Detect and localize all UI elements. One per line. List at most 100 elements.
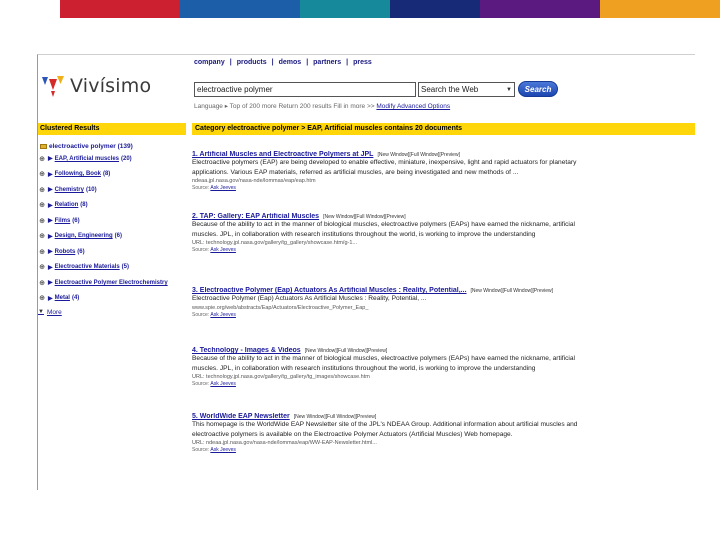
result-url: URL: ndeaa.jpl.nasa.gov/nasa-nde/lommas/… — [192, 440, 377, 447]
expand-icon[interactable]: ⊕ — [38, 155, 46, 163]
result-source: Source: Ask Jeeves — [192, 447, 692, 454]
cluster-item[interactable]: ⊕ ▶ Chemistry (10) — [38, 182, 190, 198]
search-input[interactable] — [194, 82, 416, 97]
result-source-link[interactable]: Ask Jeeves — [210, 247, 236, 253]
result-window-links: [New Window][Full Window][Preview] — [377, 152, 460, 158]
cluster-item-label[interactable]: Films — [55, 218, 71, 224]
stripe-segment-purple — [480, 0, 600, 18]
result-title-link[interactable]: 3. Electroactive Polymer (Eap) Actuators… — [192, 287, 467, 294]
expand-icon[interactable]: ⊕ — [38, 170, 46, 178]
cluster-item-label[interactable]: Chemistry — [55, 187, 84, 193]
result-window-link[interactable]: [Preview] — [532, 288, 553, 294]
vivisimo-logo[interactable]: Vivísimo — [40, 71, 151, 101]
expand-icon[interactable]: ⊕ — [38, 186, 46, 194]
cluster-root[interactable]: electroactive polymer (139) — [38, 141, 190, 151]
result-snippet: electroactive polymers is available on t… — [192, 430, 513, 438]
result-title-link[interactable]: 1. Artificial Muscles and Electroactive … — [192, 151, 373, 158]
cluster-item[interactable]: ⊕ ▶ Metal (4) — [38, 291, 190, 307]
top-color-stripe — [0, 0, 720, 18]
expand-icon[interactable]: ⊕ — [38, 232, 46, 240]
search-button[interactable]: Search — [518, 81, 558, 97]
triangle-right-icon: ▶ — [48, 233, 53, 240]
cluster-item-count: (6) — [72, 217, 80, 224]
nav-separator: | — [229, 59, 232, 66]
result-source-link[interactable]: Ask Jeeves — [210, 312, 236, 318]
result-source-label: Source: — [192, 185, 210, 192]
cluster-item[interactable]: ⊕ ▶ Electroactive Materials (5) — [38, 260, 190, 276]
triangle-right-icon: ▶ — [48, 280, 53, 287]
cluster-item-label[interactable]: Design, Engineering — [55, 233, 113, 239]
result-window-link[interactable]: [New Window] — [377, 152, 409, 158]
result-window-link[interactable]: [New Window] — [305, 348, 337, 354]
result-source: Source: Ask Jeeves — [192, 381, 692, 388]
result-window-link[interactable]: [Full Window] — [409, 152, 439, 158]
result-window-link[interactable]: [Preview] — [385, 214, 406, 220]
result-source-label: Source: — [192, 247, 210, 254]
result-window-link[interactable]: [Full Window] — [355, 214, 385, 220]
cluster-item-count: (20) — [121, 155, 132, 162]
logo-text: Vivísimo — [70, 75, 152, 97]
cluster-item[interactable]: ⊕ ▶ Films (6) — [38, 213, 190, 229]
result-window-link[interactable]: [Preview] — [356, 414, 377, 420]
cluster-item-label[interactable]: Following, Book — [55, 171, 101, 177]
cluster-item[interactable]: ⊕ ▶ Following, Book (8) — [38, 167, 190, 183]
cluster-more-label: More — [46, 308, 62, 316]
result-snippet: Electroactive polymers (EAP) are being d… — [192, 159, 577, 166]
expand-icon[interactable]: ⊕ — [38, 279, 46, 287]
result-title-link[interactable]: 2. TAP: Gallery: EAP Artificial Muscles — [192, 213, 319, 220]
result-source-link[interactable]: Ask Jeeves — [210, 185, 236, 191]
cluster-item-label[interactable]: Robots — [55, 249, 76, 255]
cluster-item[interactable]: ⊕ ▶ Electroactive Polymer Electrochemistry — [38, 275, 190, 291]
result-title-row: 4. Technology - Images & Videos [New Wind… — [192, 347, 692, 354]
nav-demos[interactable]: demos — [279, 59, 302, 66]
expand-icon[interactable]: ⊕ — [38, 263, 46, 271]
result-window-link[interactable]: [New Window] — [294, 414, 326, 420]
result-window-link[interactable]: [Full Window] — [337, 348, 367, 354]
stripe-segment-teal — [300, 0, 390, 18]
result-source-link[interactable]: Ask Jeeves — [210, 381, 236, 387]
cluster-item-label[interactable]: Electroactive Materials — [55, 264, 120, 270]
nav-press[interactable]: press — [353, 59, 372, 66]
cluster-item[interactable]: ⊕ ▶ Design, Engineering (6) — [38, 229, 190, 245]
result-window-link[interactable]: [Preview] — [439, 152, 460, 158]
result-snippet: Because of the ability to act in the man… — [192, 355, 575, 362]
cluster-item-label[interactable]: EAP, Artificial muscles — [55, 156, 119, 162]
stripe-segment-blue — [180, 0, 300, 18]
result-window-link[interactable]: [New Window] — [323, 214, 355, 220]
stripe-segment-navy — [390, 0, 480, 18]
result-title-link[interactable]: 4. Technology - Images & Videos — [192, 347, 301, 354]
result-window-links: [New Window][Full Window][Preview] — [305, 348, 388, 354]
result-source-label: Source: — [192, 447, 210, 454]
result-title-row: 3. Electroactive Polymer (Eap) Actuators… — [192, 287, 692, 294]
cluster-item[interactable]: ⊕ ▶ EAP, Artificial muscles (20) — [38, 151, 190, 167]
search-scope-select[interactable]: Search the Web ▼ — [418, 82, 515, 97]
result-title-link[interactable]: 5. WorldWide EAP Newsletter — [192, 413, 290, 420]
result-title-row: 1. Artificial Muscles and Electroactive … — [192, 151, 692, 158]
result-source: Source: Ask Jeeves — [192, 185, 692, 192]
expand-icon[interactable]: ⊕ — [38, 248, 46, 256]
nav-company[interactable]: company — [194, 59, 225, 66]
result-window-link[interactable]: [Full Window] — [326, 414, 356, 420]
cluster-item[interactable]: ⊕ ▶ Relation (8) — [38, 198, 190, 214]
expand-icon[interactable]: ⊕ — [38, 294, 46, 302]
cluster-more-link[interactable]: ▼ More — [38, 306, 190, 318]
result-snippet: applications. Various EAP materials, ref… — [192, 168, 519, 176]
search-result: 4. Technology - Images & Videos [New Wind… — [192, 347, 692, 388]
cluster-item-label[interactable]: Relation — [55, 202, 79, 208]
result-window-link[interactable]: [Full Window] — [502, 288, 532, 294]
cluster-item-label[interactable]: Metal — [55, 295, 70, 301]
expand-icon[interactable]: ⊕ — [38, 201, 46, 209]
search-result: 5. WorldWide EAP Newsletter [New Window][… — [192, 413, 692, 454]
cluster-item-count: (10) — [85, 186, 97, 193]
result-source-link[interactable]: Ask Jeeves — [210, 447, 236, 453]
nav-partners[interactable]: partners — [313, 59, 341, 66]
result-window-link[interactable]: [New Window] — [471, 288, 503, 294]
nav-products[interactable]: products — [237, 59, 267, 66]
cluster-item-label[interactable]: Electroactive Polymer Electrochemistry — [55, 280, 168, 286]
expand-icon[interactable]: ⊕ — [38, 217, 46, 225]
cluster-item[interactable]: ⊕ ▶ Robots (6) — [38, 244, 190, 260]
result-window-link[interactable]: [Preview] — [367, 348, 388, 354]
advanced-options-link[interactable]: Modify Advanced Options — [376, 103, 450, 110]
result-snippet: muscles. JPL, in collaboration with rese… — [192, 364, 536, 372]
nav-separator: | — [346, 59, 349, 66]
